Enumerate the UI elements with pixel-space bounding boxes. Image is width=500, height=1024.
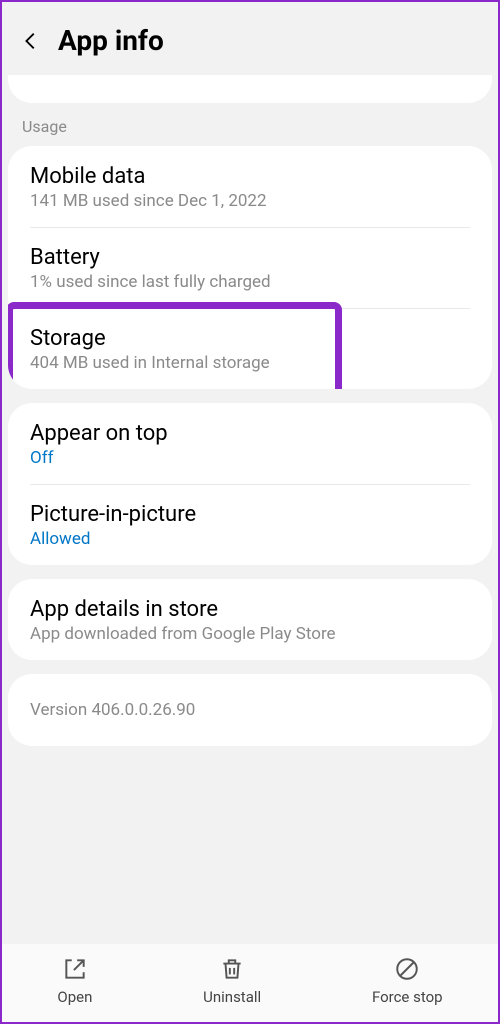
- version-text: Version 406.0.0.26.90: [30, 700, 195, 720]
- picture-in-picture-title: Picture-in-picture: [30, 502, 470, 527]
- battery-subtitle: 1% used since last fully charged: [30, 272, 470, 292]
- open-icon: [62, 956, 88, 982]
- open-button[interactable]: Open: [57, 956, 92, 1006]
- mobile-data-title: Mobile data: [30, 164, 470, 189]
- appear-on-top-state: Off: [30, 448, 470, 468]
- battery-row[interactable]: Battery 1% used since last fully charged: [8, 227, 492, 308]
- open-label: Open: [57, 988, 92, 1006]
- storage-row[interactable]: Storage 404 MB used in Internal storage: [8, 308, 492, 389]
- bottom-action-bar: Open Uninstall Force stop: [2, 944, 498, 1022]
- appear-on-top-row[interactable]: Appear on top Off: [8, 403, 492, 484]
- storage-subtitle: 404 MB used in Internal storage: [30, 353, 470, 373]
- stop-icon: [394, 956, 420, 982]
- picture-in-picture-state: Allowed: [30, 529, 470, 549]
- uninstall-label: Uninstall: [203, 988, 261, 1006]
- version-card: Version 406.0.0.26.90: [8, 674, 492, 746]
- battery-title: Battery: [30, 245, 470, 270]
- mobile-data-row[interactable]: Mobile data 141 MB used since Dec 1, 202…: [8, 146, 492, 227]
- force-stop-label: Force stop: [372, 988, 443, 1006]
- usage-section-label: Usage: [8, 117, 492, 146]
- previous-card-bottom: [8, 75, 492, 103]
- uninstall-button[interactable]: Uninstall: [203, 956, 261, 1006]
- page-title: App info: [58, 24, 164, 57]
- force-stop-button[interactable]: Force stop: [372, 956, 443, 1006]
- usage-card: Mobile data 141 MB used since Dec 1, 202…: [8, 146, 492, 389]
- back-icon[interactable]: [20, 30, 42, 52]
- trash-icon: [219, 956, 245, 982]
- app-details-title: App details in store: [30, 597, 470, 622]
- app-details-row[interactable]: App details in store App downloaded from…: [8, 579, 492, 660]
- appear-on-top-title: Appear on top: [30, 421, 470, 446]
- picture-in-picture-row[interactable]: Picture-in-picture Allowed: [8, 484, 492, 565]
- display-card: Appear on top Off Picture-in-picture All…: [8, 403, 492, 565]
- app-details-subtitle: App downloaded from Google Play Store: [30, 624, 470, 644]
- store-card: App details in store App downloaded from…: [8, 579, 492, 660]
- storage-title: Storage: [30, 326, 470, 351]
- mobile-data-subtitle: 141 MB used since Dec 1, 2022: [30, 191, 470, 211]
- header: App info: [8, 8, 492, 75]
